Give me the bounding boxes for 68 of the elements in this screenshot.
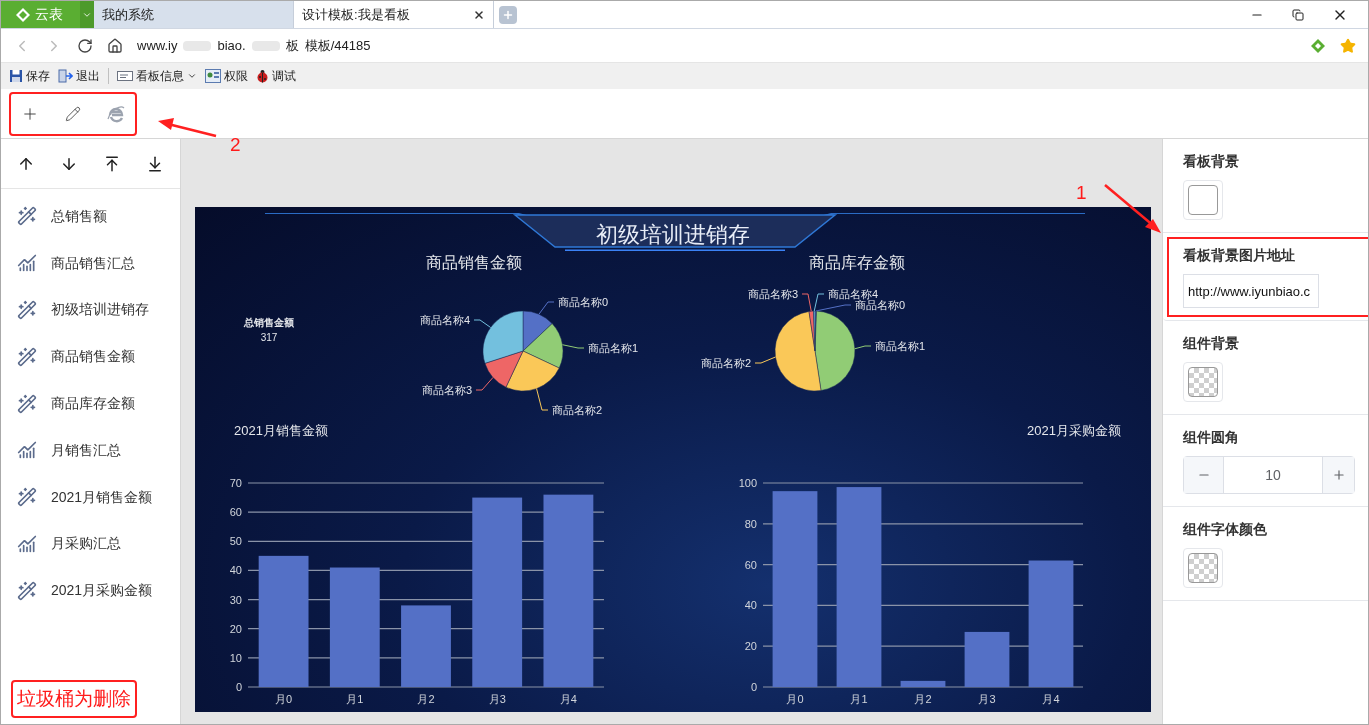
axis-tick-label: 月4 — [559, 693, 577, 705]
axis-tick-label: 80 — [744, 517, 757, 530]
annotation-note: 垃圾桶为删除 — [11, 679, 137, 718]
slice-label: 商品名称1 — [875, 340, 926, 352]
axis-tick-label: 月0 — [275, 693, 293, 705]
chart-title: 商品库存金额 — [808, 253, 906, 273]
axis-tick-label: 50 — [229, 535, 242, 548]
annotation-number: 2 — [230, 133, 241, 157]
toolbar-button[interactable]: 看板信息 — [117, 67, 197, 85]
property-label: 组件圆角 — [1183, 428, 1240, 447]
axis-tick-label: 月0 — [786, 693, 804, 705]
axis-tick-label: 月3 — [488, 693, 506, 705]
axis-tick-label: 月3 — [978, 693, 996, 705]
axis-tick-label: 40 — [229, 564, 242, 577]
property-label: 组件字体颜色 — [1183, 520, 1268, 539]
component-list-item[interactable]: 总销售额 — [1, 193, 180, 240]
slice-label: 商品名称2 — [700, 357, 751, 369]
axis-tick-label: 100 — [738, 477, 757, 489]
component-list-item[interactable]: 商品销售汇总 — [1, 239, 180, 287]
slice-label: 商品名称4 — [419, 314, 470, 326]
kpi-value: 317 — [260, 331, 278, 345]
browser-tab[interactable]: 我的系统 — [94, 1, 294, 28]
slice-label: 商品名称0 — [855, 299, 906, 311]
input-field[interactable]: http://www.iyunbiao.c — [1183, 274, 1319, 308]
axis-tick-label: 月1 — [850, 693, 868, 705]
component-list-item[interactable]: 月销售汇总 — [1, 427, 180, 474]
property-label: 组件背景 — [1183, 334, 1240, 353]
axis-tick-label: 60 — [229, 506, 242, 519]
axis-tick-label: 70 — [229, 477, 242, 489]
chart-title: 2021月销售金额 — [234, 422, 328, 440]
axis-tick-label: 0 — [235, 681, 242, 693]
axis-tick-label: 月1 — [346, 693, 364, 705]
toolbar-button[interactable]: 退出 — [58, 67, 100, 85]
component-list-item[interactable]: 2021月销售金额 — [1, 473, 180, 521]
axis-tick-label: 月2 — [417, 693, 435, 705]
property-label: 看板背景图片地址 — [1183, 246, 1296, 265]
chart-title: 2021月采购金额 — [1027, 422, 1121, 440]
dashboard-title: 初级培训进销存 — [596, 221, 750, 249]
slice-label: 商品名称2 — [552, 404, 603, 416]
axis-tick-label: 月2 — [914, 693, 932, 705]
axis-tick-label: 20 — [744, 640, 757, 653]
component-list-item[interactable]: 初级培训进销存 — [1, 286, 180, 334]
slice-label: 商品名称3 — [421, 384, 472, 396]
toolbar-button[interactable]: 调试 — [256, 67, 296, 85]
slice-label: 商品名称3 — [747, 288, 798, 300]
axis-tick-label: 40 — [744, 599, 757, 612]
chart-title: 商品销售金额 — [425, 253, 522, 273]
component-list-item[interactable]: 商品库存金额 — [1, 380, 180, 427]
slice-label: 商品名称1 — [588, 342, 639, 354]
component-list-item[interactable]: 月采购汇总 — [1, 520, 180, 568]
component-list-item[interactable]: 2021月采购金额 — [1, 567, 180, 615]
slice-label: 商品名称4 — [828, 288, 879, 300]
property-label: 看板背景 — [1183, 152, 1240, 171]
slice-label: 商品名称0 — [558, 296, 609, 308]
kpi-label: 总销售金额 — [244, 316, 294, 330]
axis-tick-label: 60 — [744, 558, 757, 571]
stepper-value: 10 — [1264, 465, 1282, 485]
annotation-number: 1 — [1076, 181, 1087, 205]
toolbar-button[interactable]: 权限 — [205, 67, 248, 85]
axis-tick-label: 30 — [229, 593, 242, 606]
toolbar-button[interactable]: 保存 — [9, 67, 50, 85]
axis-tick-label: 0 — [750, 681, 757, 693]
axis-tick-label: 月4 — [1042, 693, 1060, 705]
number-stepper[interactable]: 10 — [1183, 456, 1355, 494]
component-list-item[interactable]: 商品销售金额 — [1, 333, 180, 381]
address-field[interactable]: www.iy biao. 板 模板/44185 — [137, 35, 1296, 56]
axis-tick-label: 20 — [229, 622, 242, 635]
axis-tick-label: 10 — [229, 651, 242, 664]
